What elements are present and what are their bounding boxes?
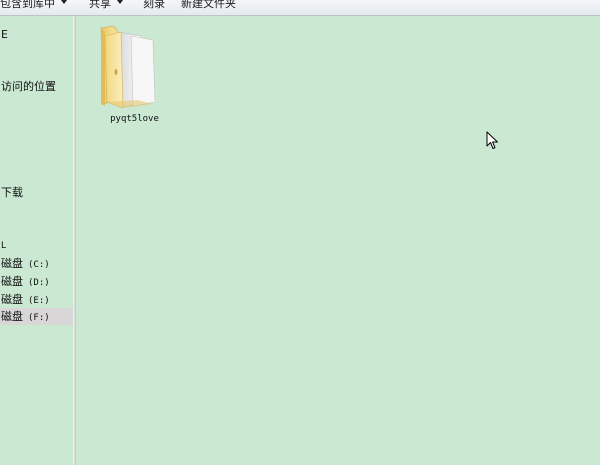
mouse-pointer-icon bbox=[486, 131, 498, 149]
drive-label: 磁盘 bbox=[1, 310, 23, 323]
drive-letter: (C:) bbox=[28, 260, 50, 270]
file-list[interactable]: pyqt5love bbox=[77, 16, 600, 465]
nav-item-recent-places[interactable]: 访问的位置 bbox=[0, 78, 73, 95]
drive-letter: (D:) bbox=[28, 278, 50, 288]
nav-item-label: 访问的位置 bbox=[1, 80, 56, 93]
nav-item-label: L bbox=[1, 241, 7, 251]
share-label: 共享 bbox=[89, 0, 111, 10]
navigation-pane[interactable]: E 访问的位置 下载 L 磁盘 (C:) 磁盘 (D:) 磁盘 (E:) 磁盘 (F:) bbox=[0, 16, 73, 465]
include-in-library-button[interactable]: 包含到库中 bbox=[0, 0, 67, 14]
nav-item-computer[interactable]: L bbox=[0, 238, 73, 255]
nav-item-downloads[interactable]: 下载 bbox=[0, 184, 73, 201]
chevron-down-icon bbox=[117, 0, 123, 4]
nav-item-drive-f[interactable]: 磁盘 (F:) bbox=[0, 308, 73, 325]
chevron-down-icon bbox=[61, 0, 67, 4]
folder-name: pyqt5love bbox=[110, 114, 159, 124]
drive-letter: (E:) bbox=[28, 296, 50, 306]
nav-item-drive-e[interactable]: 磁盘 (E:) bbox=[0, 291, 73, 308]
nav-item-drive-d[interactable]: 磁盘 (D:) bbox=[0, 273, 73, 290]
burn-label: 刻录 bbox=[143, 0, 165, 10]
nav-item-label: E bbox=[1, 28, 8, 41]
burn-button[interactable]: 刻录 bbox=[143, 0, 165, 14]
drive-letter: (F:) bbox=[28, 313, 50, 323]
nav-item-drive-c[interactable]: 磁盘 (C:) bbox=[0, 255, 73, 272]
folder-icon bbox=[100, 25, 156, 109]
explorer-window: 包含到库中 共享 刻录 新建文件夹 E 访问的位置 下载 L 磁盘 (C:) 磁盘… bbox=[0, 0, 600, 465]
folder-item[interactable]: pyqt5love bbox=[97, 22, 172, 124]
drive-label: 磁盘 bbox=[1, 257, 23, 270]
include-in-library-label: 包含到库中 bbox=[0, 0, 55, 10]
new-folder-button[interactable]: 新建文件夹 bbox=[181, 0, 236, 14]
new-folder-label: 新建文件夹 bbox=[181, 0, 236, 10]
command-bar: 包含到库中 共享 刻录 新建文件夹 bbox=[0, 0, 600, 16]
pane-splitter[interactable] bbox=[73, 16, 76, 465]
nav-item-favorites[interactable]: E bbox=[0, 26, 73, 43]
drive-label: 磁盘 bbox=[1, 293, 23, 306]
share-button[interactable]: 共享 bbox=[89, 0, 123, 14]
nav-item-label: 下载 bbox=[1, 186, 23, 199]
drive-label: 磁盘 bbox=[1, 275, 23, 288]
